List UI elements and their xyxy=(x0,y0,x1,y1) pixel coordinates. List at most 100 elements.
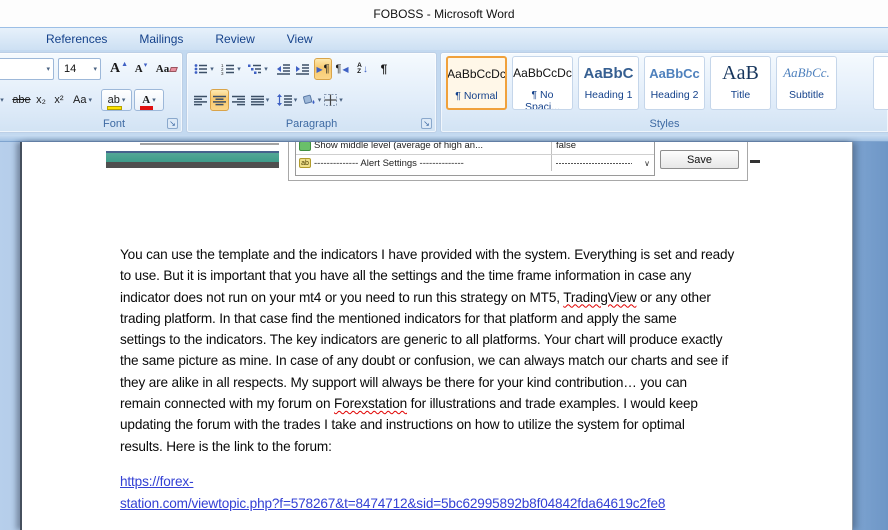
sort-z-icon: Z xyxy=(357,69,362,75)
font-color-icon: A xyxy=(142,94,150,106)
strikethrough-button[interactable]: abe xyxy=(11,89,32,111)
align-left-button[interactable] xyxy=(191,89,210,111)
document-text-line: results. Here is the link to the forum: xyxy=(120,436,770,457)
paragraph-dialog-launcher[interactable]: ↘ xyxy=(421,118,432,129)
rtl-arrow-icon: ◀ xyxy=(342,65,348,74)
font-dialog-launcher[interactable]: ↘ xyxy=(167,118,178,129)
embedded-image-chart-fragment[interactable] xyxy=(106,142,279,168)
font-name-combo[interactable]: ▾ xyxy=(0,58,54,80)
dropdown-chevron-icon: ∨ xyxy=(644,159,650,168)
align-right-button[interactable] xyxy=(229,89,248,111)
style-chip-heading-1[interactable]: AaBbCHeading 1 xyxy=(578,56,639,110)
word-window: FOBOSS - Microsoft Word ReferencesMailin… xyxy=(0,0,888,530)
misspelled-word: Forexstation xyxy=(334,396,407,411)
underline-button-partial[interactable]: ▾ xyxy=(0,89,9,111)
style-name: ¶ Normal xyxy=(448,90,505,102)
chevron-down-icon[interactable]: ▾ xyxy=(0,96,4,104)
document-page[interactable]: Show middle level (average of high an...… xyxy=(20,142,853,530)
text-highlight-button[interactable]: ab ▾ xyxy=(101,89,132,111)
image-teal-bar xyxy=(106,153,279,162)
forum-hyperlink[interactable]: https://forex- xyxy=(120,474,193,489)
chevron-down-icon[interactable]: ▾ xyxy=(210,65,214,73)
text-segment: to use. But it is important that you hav… xyxy=(120,268,691,283)
change-case-button[interactable]: Aa ▾ xyxy=(69,89,96,111)
image-grey-line xyxy=(140,143,279,145)
font-color-button[interactable]: A ▾ xyxy=(134,89,164,111)
text-segment: remain connected with my forum on xyxy=(120,396,334,411)
style-name: Title xyxy=(711,89,770,101)
window-title: FOBOSS - Microsoft Word xyxy=(373,7,514,21)
font-size-value: 14 xyxy=(64,63,76,75)
text-segment: settings to the indicators. The key indi… xyxy=(120,332,722,347)
multilevel-list-button[interactable]: ▾ xyxy=(244,58,272,80)
setting-value: false xyxy=(551,142,654,154)
tab-mailings[interactable]: Mailings xyxy=(123,29,199,50)
tab-references[interactable]: References xyxy=(30,29,123,50)
subscript-button[interactable]: x₂ xyxy=(32,89,50,111)
clear-formatting-button[interactable]: Aa xyxy=(154,58,179,80)
setting-label: -------------- Alert Settings ----------… xyxy=(314,158,551,169)
chevron-down-icon[interactable]: ▾ xyxy=(237,65,241,73)
clear-formatting-icon: Aa xyxy=(156,63,169,75)
document-text-line: remain connected with my forum on Forexs… xyxy=(120,393,770,414)
style-name: Heading 2 xyxy=(645,89,704,101)
document-paragraph[interactable]: You can use the template and the indicat… xyxy=(120,244,770,457)
document-text-line: updating the forum with the trades I tak… xyxy=(120,414,770,435)
boolean-setting-icon xyxy=(299,142,311,151)
style-chip-subtitle[interactable]: AaBbCc.Subtitle xyxy=(776,56,837,110)
tab-view[interactable]: View xyxy=(271,29,329,50)
embedded-image-dash-fragment xyxy=(750,160,760,163)
style-chip-heading-2[interactable]: AaBbCcHeading 2 xyxy=(644,56,705,110)
grow-font-button[interactable]: A▲ xyxy=(107,58,131,80)
chevron-down-icon[interactable]: ▾ xyxy=(266,96,270,104)
style-chip-title[interactable]: AaBTitle xyxy=(710,56,771,110)
chevron-down-icon[interactable]: ▾ xyxy=(122,96,126,104)
line-spacing-button[interactable]: ▾ xyxy=(274,89,300,111)
font-group-label: Font xyxy=(0,118,182,130)
borders-button[interactable]: ▾ xyxy=(321,89,346,111)
bullets-button[interactable]: ▾ xyxy=(191,58,217,80)
tab-review[interactable]: Review xyxy=(199,29,270,50)
document-text-line: settings to the indicators. The key indi… xyxy=(120,329,770,350)
right-to-left-button[interactable]: ¶◀ xyxy=(333,58,351,80)
style-preview: AaBbCc. xyxy=(777,57,836,89)
text-segment: results. Here is the link to the forum: xyxy=(120,439,332,454)
embedded-image-settings-dialog[interactable]: Show middle level (average of high an...… xyxy=(288,142,748,181)
style-chip-partial[interactable] xyxy=(873,56,888,110)
style-name: ¶ No Spaci... xyxy=(513,89,572,110)
font-size-combo[interactable]: 14 ▾ xyxy=(58,58,101,80)
subscript-icon: x₂ xyxy=(36,94,46,106)
chevron-down-icon[interactable]: ▾ xyxy=(152,96,156,104)
chevron-down-icon[interactable]: ▾ xyxy=(339,96,343,104)
text-segment: You can use the template and the indicat… xyxy=(120,247,734,262)
increase-indent-button[interactable] xyxy=(293,58,313,80)
paragraph-group-label: Paragraph xyxy=(187,118,436,130)
show-hide-pilcrow-button[interactable]: ¶ xyxy=(375,58,393,80)
left-to-right-button[interactable]: ▶¶ xyxy=(314,58,332,80)
text-segment: for illustrations and trade examples. I … xyxy=(407,396,698,411)
chevron-down-icon[interactable]: ▾ xyxy=(264,65,268,73)
document-text-line: indicator does not run on your mt4 or yo… xyxy=(120,287,770,308)
align-center-button[interactable] xyxy=(210,89,229,111)
style-chip-normal[interactable]: AaBbCcDc¶ Normal xyxy=(446,56,507,110)
decrease-indent-button[interactable] xyxy=(274,58,294,80)
shrink-font-button[interactable]: A▾ xyxy=(131,58,151,80)
document-text-line: to use. But it is important that you hav… xyxy=(120,265,770,286)
style-preview: AaBbCcDc xyxy=(448,58,505,90)
save-button[interactable]: Save xyxy=(660,150,739,169)
numbering-button[interactable]: 123 ▾ xyxy=(218,58,244,80)
document-hyperlink-block: https://forex-station.com/viewtopic.php?… xyxy=(120,471,770,515)
sort-button[interactable]: AZ ↓ xyxy=(353,58,372,80)
chevron-down-icon[interactable]: ▾ xyxy=(93,65,97,73)
justify-button[interactable]: ▾ xyxy=(248,89,272,111)
chevron-down-icon[interactable]: ▾ xyxy=(294,96,298,104)
forum-hyperlink[interactable]: station.com/viewtopic.php?f=578267&t=847… xyxy=(120,496,665,511)
settings-list: Show middle level (average of high an...… xyxy=(295,142,655,176)
settings-row: Show middle level (average of high an...… xyxy=(296,142,654,154)
style-preview: AaBbC xyxy=(579,57,638,89)
superscript-button[interactable]: x² xyxy=(50,89,68,111)
title-bar: FOBOSS - Microsoft Word xyxy=(0,0,888,27)
chevron-down-icon[interactable]: ▾ xyxy=(46,65,50,73)
chevron-down-icon[interactable]: ▾ xyxy=(88,96,92,104)
style-chip-no-spaci[interactable]: AaBbCcDc¶ No Spaci... xyxy=(512,56,573,110)
